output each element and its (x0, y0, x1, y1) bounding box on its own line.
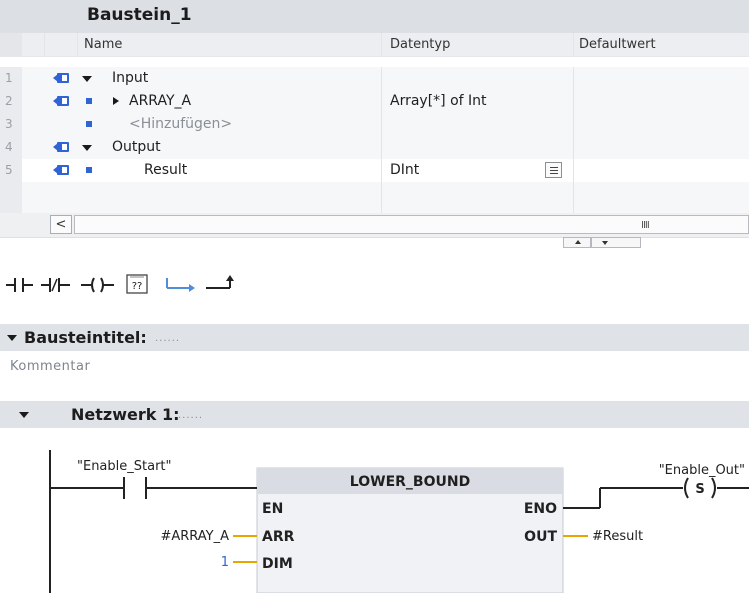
coil-tag[interactable]: "Enable_Out" (659, 463, 745, 478)
branch-close-icon[interactable] (204, 266, 238, 300)
scroll-up-button[interactable] (563, 237, 591, 248)
table-row[interactable]: 3 <Hinzufügen> (0, 113, 749, 137)
variable-marker-icon (86, 121, 92, 127)
row-datatype[interactable]: Array[*] of Int (390, 90, 487, 113)
arrow-down-icon (602, 241, 608, 245)
pin-out: OUT (524, 529, 557, 545)
scroll-left-button[interactable]: < (50, 215, 72, 234)
row-name[interactable]: Output (112, 136, 161, 159)
row-datatype[interactable]: DInt (390, 159, 419, 182)
set-coil[interactable]: S (684, 477, 749, 499)
collapse-toggle-icon[interactable] (113, 97, 119, 105)
table-row[interactable]: 5 Result DInt (0, 159, 749, 183)
network-label: Netzwerk 1: (71, 405, 180, 424)
pin-arr: ARR (262, 529, 295, 545)
nc-contact-icon[interactable] (40, 266, 72, 300)
block-title-section[interactable]: Bausteintitel: ...... (0, 324, 749, 351)
row-name[interactable]: Result (144, 159, 187, 182)
arr-parameter[interactable]: #ARRAY_A (160, 529, 229, 544)
expand-toggle-icon[interactable] (82, 76, 92, 82)
column-header-name[interactable]: Name (84, 33, 122, 56)
horizontal-scrollbar[interactable]: < IIII (0, 213, 749, 238)
row-name[interactable]: Input (112, 67, 148, 90)
pin-dim: DIM (262, 556, 293, 572)
add-new-row[interactable]: <Hinzufügen> (129, 113, 232, 136)
empty-box-icon[interactable]: ?? (123, 266, 153, 300)
no-contact-icon[interactable] (5, 266, 35, 300)
row-number: 5 (0, 159, 22, 182)
network-section[interactable]: Netzwerk 1: ...... (0, 401, 749, 428)
scroll-down-button[interactable] (591, 237, 641, 248)
row-number: 3 (0, 113, 22, 136)
block-title-label: Bausteintitel: (24, 328, 147, 347)
block-title-bar: Baustein_1 (0, 0, 749, 33)
network-title-placeholder[interactable]: ...... (178, 410, 203, 421)
ladder-network: "Enable_Start" LOWER_BOUND EN ARR DIM EN… (49, 450, 749, 593)
row-number: 2 (0, 90, 22, 113)
arrow-up-icon (575, 240, 581, 244)
datatype-dropdown-button[interactable] (545, 162, 562, 178)
row-number: 4 (0, 136, 22, 159)
contact-tag[interactable]: "Enable_Start" (77, 459, 172, 474)
output-port-icon (53, 142, 69, 152)
grip-icon: IIII (641, 220, 650, 231)
branch-open-icon[interactable] (164, 266, 198, 300)
box-title: LOWER_BOUND (350, 474, 470, 490)
table-row[interactable]: 4 Output (0, 136, 749, 160)
column-header-default[interactable]: Defaultwert (579, 33, 656, 56)
pin-en: EN (262, 501, 283, 517)
pin-eno: ENO (524, 501, 557, 517)
scroll-thumb[interactable]: IIII (74, 215, 749, 234)
collapse-section-icon[interactable] (7, 335, 17, 341)
coil-icon[interactable] (80, 266, 116, 300)
out-parameter[interactable]: #Result (592, 529, 643, 544)
input-port-icon (53, 96, 69, 106)
dim-parameter[interactable]: 1 (221, 555, 229, 570)
row-number: 1 (0, 67, 22, 90)
lower-bound-box[interactable]: LOWER_BOUND EN ARR DIM ENO OUT (256, 467, 564, 593)
output-port-icon (53, 165, 69, 175)
block-comment[interactable]: Kommentar (10, 359, 90, 374)
block-title-placeholder[interactable]: ...... (155, 333, 180, 344)
table-header-row: Name Datentyp Defaultwert (0, 33, 749, 57)
block-title: Baustein_1 (87, 5, 192, 25)
coil-symbol: S (695, 482, 704, 497)
table-row[interactable]: 1 Input (0, 67, 749, 91)
table-row[interactable]: 2 ARRAY_A Array[*] of Int (0, 90, 749, 114)
row-name[interactable]: ARRAY_A (129, 90, 191, 113)
no-contact[interactable] (50, 477, 257, 499)
collapse-network-icon[interactable] (19, 412, 29, 418)
empty-box-label: ?? (132, 281, 143, 292)
column-header-datatype[interactable]: Datentyp (390, 33, 450, 56)
table-empty-row (0, 182, 749, 214)
variable-marker-icon (86, 98, 92, 104)
variable-marker-icon (86, 167, 92, 173)
input-port-icon (53, 73, 69, 83)
expand-toggle-icon[interactable] (82, 145, 92, 151)
